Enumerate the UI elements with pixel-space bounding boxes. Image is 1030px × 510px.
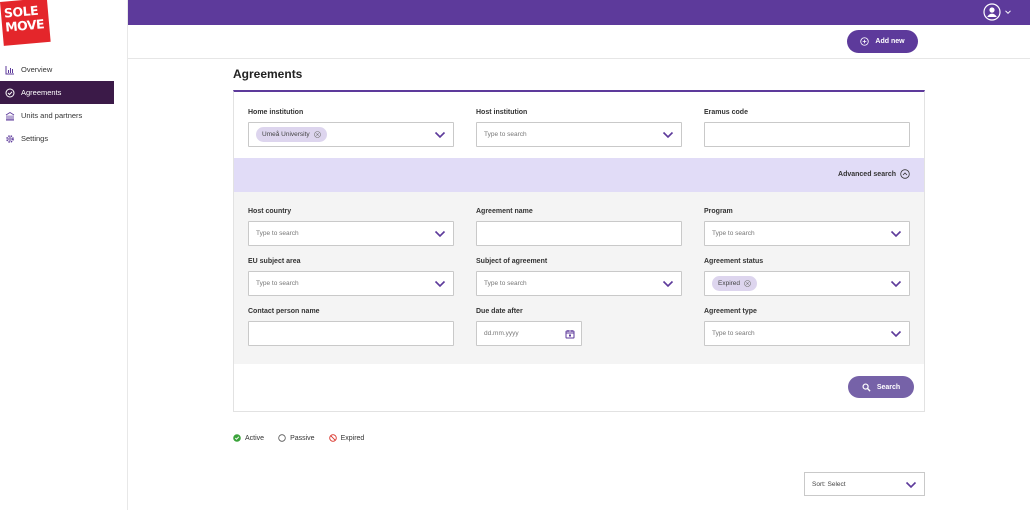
remove-chip-icon[interactable] [744, 280, 751, 287]
search-button[interactable]: Search [848, 376, 914, 398]
sidebar-item-label: Agreements [21, 88, 62, 97]
eu-subject-area-label: EU subject area [248, 258, 301, 265]
legend-passive: Passive [278, 434, 315, 442]
host-institution-select[interactable]: Type to search [476, 122, 682, 147]
contact-person-name-label: Contact person name [248, 308, 320, 315]
user-menu[interactable] [983, 3, 1012, 21]
search-icon [862, 382, 871, 392]
chevron-down-icon [890, 280, 902, 288]
sidebar: SOLE MOVE Overview Agreements Units and … [0, 0, 128, 510]
add-new-button[interactable]: Add new [847, 30, 918, 53]
prohibited-icon [328, 434, 337, 442]
check-circle-icon [233, 434, 241, 442]
agreement-status-label: Agreement status [704, 258, 764, 265]
solemove-logo[interactable]: SOLE MOVE [0, 0, 51, 46]
subject-of-agreement-label: Subject of agreement [476, 258, 548, 265]
agreement-type-label: Agreement type [704, 308, 757, 315]
home-institution-chip: Umeå University [256, 127, 327, 142]
sidebar-item-overview[interactable]: Overview [0, 58, 114, 81]
check-circle-icon [5, 88, 15, 98]
home-institution-label: Home institution [248, 109, 304, 116]
chevron-down-icon [890, 230, 902, 238]
page-title: Agreements [233, 67, 303, 81]
chevron-down-icon [1005, 10, 1011, 15]
plus-circle-icon [860, 37, 870, 46]
user-avatar-icon [983, 3, 1001, 21]
contact-person-name-input[interactable] [248, 321, 454, 346]
top-bar [128, 0, 1030, 25]
sidebar-item-label: Overview [21, 65, 53, 74]
agreement-name-label: Agreement name [476, 208, 533, 215]
chevron-down-icon [890, 330, 902, 338]
host-country-select[interactable]: Type to search [248, 221, 454, 246]
sidebar-item-settings[interactable]: Settings [0, 127, 114, 150]
legend-active: Active [233, 434, 264, 442]
sidebar-nav: Overview Agreements Units and partners S… [0, 58, 114, 150]
building-icon [5, 111, 15, 121]
host-country-label: Host country [248, 208, 292, 215]
page-header: Add new [128, 25, 1030, 59]
search-panel: Home institution Umeå University Host in… [233, 90, 925, 412]
due-date-after-label: Due date after [476, 308, 523, 315]
chart-icon [5, 65, 15, 75]
chevron-up-circle-icon [900, 169, 910, 179]
program-label: Program [704, 208, 733, 215]
chevron-down-icon [434, 280, 446, 288]
erasmus-code-input[interactable] [704, 122, 910, 147]
eu-subject-area-select[interactable]: Type to search [248, 271, 454, 296]
sidebar-item-agreements[interactable]: Agreements [0, 81, 114, 104]
empty-circle-icon [278, 434, 286, 442]
chevron-down-icon [905, 481, 917, 489]
chevron-down-icon [434, 230, 446, 238]
advanced-search-bar: Advanced search [234, 158, 924, 192]
host-institution-label: Host institution [476, 109, 528, 116]
legend-expired: Expired [328, 434, 364, 442]
due-date-after-input[interactable]: dd.mm.yyyy [476, 321, 582, 346]
agreement-name-input[interactable] [476, 221, 682, 246]
chevron-down-icon [662, 131, 674, 139]
agreement-type-select[interactable]: Type to search [704, 321, 910, 346]
calendar-icon[interactable] [565, 329, 575, 339]
agreement-status-chip: Expired [712, 276, 758, 291]
sort-select[interactable]: Sort: Select [804, 472, 925, 496]
program-select[interactable]: Type to search [704, 221, 910, 246]
sidebar-item-label: Units and partners [21, 111, 83, 120]
chevron-down-icon [434, 131, 446, 139]
subject-of-agreement-select[interactable]: Type to search [476, 271, 682, 296]
sidebar-item-label: Settings [21, 134, 49, 143]
sidebar-item-units-and-partners[interactable]: Units and partners [0, 104, 114, 127]
remove-chip-icon[interactable] [313, 131, 321, 138]
agreement-status-select[interactable]: Expired [704, 271, 910, 296]
chevron-down-icon [662, 280, 674, 288]
home-institution-select[interactable]: Umeå University [248, 122, 454, 147]
status-legend: Active Passive Expired [233, 434, 378, 442]
gear-icon [5, 134, 15, 144]
advanced-search-toggle[interactable]: Advanced search [838, 169, 910, 179]
erasmus-code-label: Eramus code [704, 109, 748, 116]
